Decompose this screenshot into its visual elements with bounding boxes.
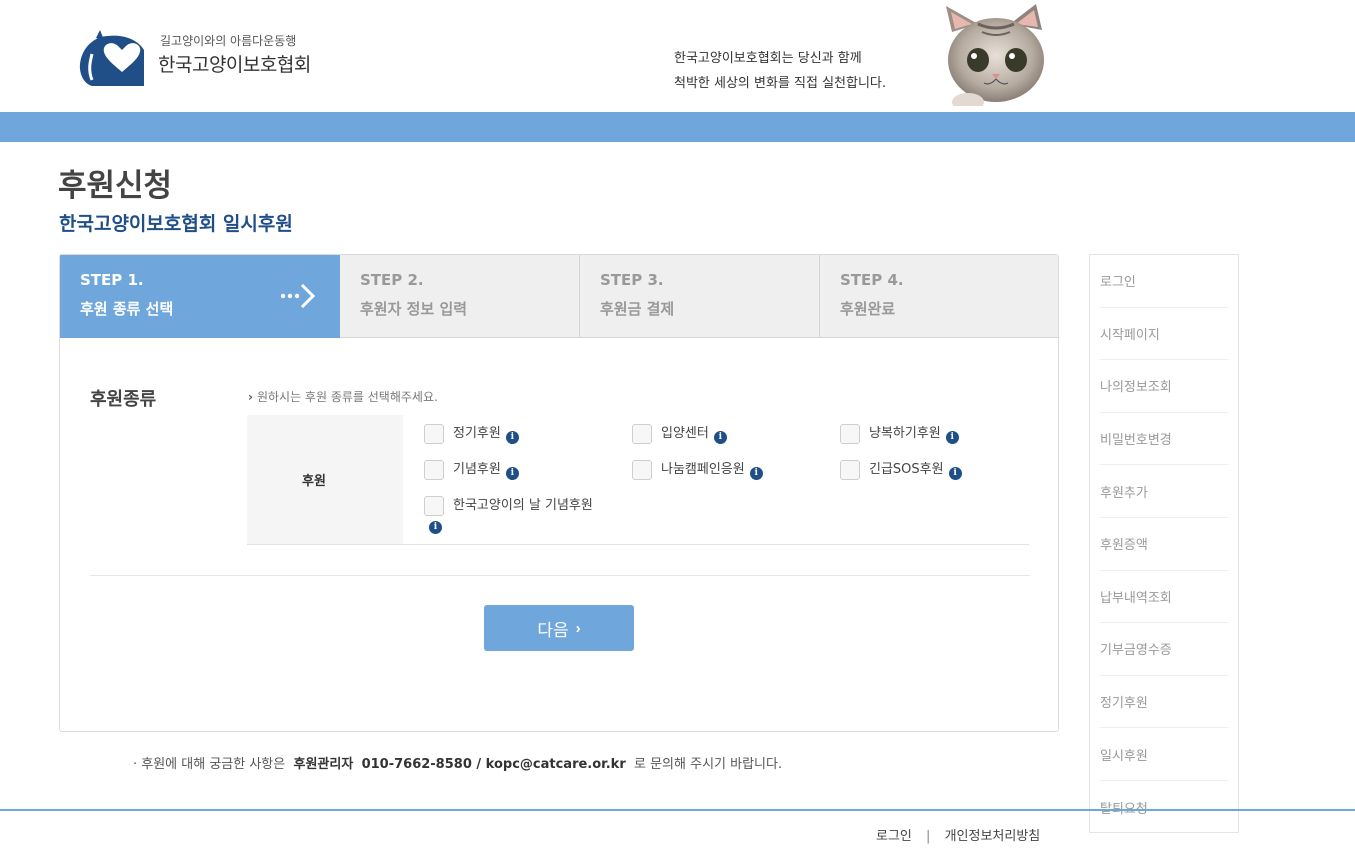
contact-info: · 후원에 대해 궁금한 사항은 후원관리자 010-7662-8580 / k… (133, 753, 782, 772)
info-icon[interactable]: i (945, 431, 959, 444)
info-icon[interactable]: i (505, 431, 519, 444)
header-slogan: 한국고양이보호협회는 당신과 함께 척박한 세상의 변화를 직접 실천합니다. (674, 46, 886, 96)
sidebar-item-login[interactable]: 로그인 (1100, 255, 1228, 308)
contact-prefix: · 후원에 대해 궁금한 사항은 (133, 757, 286, 772)
step-number: STEP 3. (600, 271, 664, 289)
info-icon[interactable]: i (713, 431, 727, 444)
option-label: 정기후원 i (453, 424, 519, 444)
contact-details: 010-7662-8580 / kopc@catcare.or.kr (361, 757, 626, 772)
option-label-text: 정기후원 (453, 426, 501, 441)
sidebar-item-payment-history[interactable]: 납부내역조회 (1100, 571, 1228, 624)
checkbox[interactable] (424, 424, 444, 444)
info-icon[interactable]: i (429, 521, 442, 534)
sidebar-item-regular-donation[interactable]: 정기후원 (1100, 676, 1228, 729)
step-4: STEP 4. 후원완료 (820, 255, 1058, 338)
step-3: STEP 3. 후원금 결제 (580, 255, 820, 338)
option-label: 입양센터 i (661, 424, 727, 444)
option-nyangbok-donation[interactable]: 냥복하기후원 i (840, 424, 959, 444)
sidebar-menu: 로그인 시작페이지 나의정보조회 비밀번호변경 후원추가 후원증액 납부내역조회… (1089, 254, 1239, 833)
step-2: STEP 2. 후원자 정보 입력 (340, 255, 580, 338)
page-title: 후원신청 (58, 168, 173, 204)
option-regular-donation[interactable]: 정기후원 i (424, 424, 519, 444)
step-label: 후원완료 (840, 300, 896, 318)
site-logo[interactable]: 길고양이와의 아름다운동행 한국고양이보호협회 (78, 26, 338, 88)
donation-form-panel: STEP 1. 후원 종류 선택 STEP 2. 후원자 정보 입력 STEP … (59, 254, 1059, 732)
checkbox[interactable] (840, 424, 860, 444)
option-label-text: 긴급SOS후원 (869, 462, 944, 477)
step-label: 후원금 결제 (600, 300, 675, 318)
footer-login-link[interactable]: 로그인 (876, 829, 912, 844)
next-button[interactable]: 다음 › (484, 605, 634, 651)
info-icon[interactable]: i (749, 467, 763, 480)
step-1: STEP 1. 후원 종류 선택 (60, 255, 340, 338)
chevron-right-icon: › (575, 619, 581, 637)
sidebar-item-donation-receipt[interactable]: 기부금영수증 (1100, 623, 1228, 676)
contact-manager: 후원관리자 (293, 757, 354, 772)
option-label: 냥복하기후원 i (869, 424, 959, 444)
step-number: STEP 2. (360, 271, 424, 289)
logo-organization-name: 한국고양이보호협회 (158, 54, 311, 76)
sidebar-item-my-info[interactable]: 나의정보조회 (1100, 360, 1228, 413)
sidebar-item-add-donation[interactable]: 후원추가 (1100, 465, 1228, 518)
chevron-right-icon: › (248, 390, 253, 404)
checkbox[interactable] (840, 460, 860, 480)
step-indicator: STEP 1. 후원 종류 선택 STEP 2. 후원자 정보 입력 STEP … (60, 255, 1058, 338)
sidebar-item-withdrawal-request[interactable]: 탈퇴요청 (1100, 781, 1228, 834)
footer-links: 로그인 | 개인정보처리방침 (876, 825, 1040, 844)
option-label-text: 기념후원 (453, 462, 501, 477)
option-label-text: 입양센터 (661, 426, 709, 441)
footer-separator: | (926, 829, 931, 844)
next-button-label: 다음 (537, 620, 569, 640)
sidebar-item-one-time-donation[interactable]: 일시후원 (1100, 728, 1228, 781)
donation-type-table: 후원 정기후원 i 입양센터 i 냥복하기후원 i 기념후원 i 나눔캠페인응원 i 긴급… (247, 415, 1029, 545)
checkbox[interactable] (424, 460, 444, 480)
option-label: 한국고양이의 날 기념후원 (453, 498, 593, 513)
checkbox[interactable] (424, 496, 444, 516)
slogan-line: 척박한 세상의 변화를 직접 실천합니다. (674, 76, 887, 91)
slogan-line: 한국고양이보호협회는 당신과 함께 (674, 51, 862, 66)
form-hint: › 원하시는 후원 종류를 선택해주세요. (248, 388, 438, 405)
option-emergency-sos[interactable]: 긴급SOS후원 i (840, 460, 962, 480)
option-label: 기념후원 i (453, 460, 519, 480)
checkbox[interactable] (632, 424, 652, 444)
option-label: 긴급SOS후원 i (869, 460, 962, 480)
option-cat-day-donation[interactable]: 한국고양이의 날 기념후원 (424, 496, 593, 516)
cat-heart-logo-icon (79, 30, 144, 86)
option-sharing-campaign[interactable]: 나눔캠페인응원 i (632, 460, 763, 480)
sidebar-item-change-password[interactable]: 비밀번호변경 (1100, 413, 1228, 466)
sidebar-item-increase-donation[interactable]: 후원증액 (1100, 518, 1228, 571)
footer-privacy-link[interactable]: 개인정보처리방침 (945, 829, 1041, 844)
option-label-text: 나눔캠페인응원 (661, 462, 745, 477)
step-label: 후원자 정보 입력 (360, 300, 468, 318)
option-adoption-center[interactable]: 입양센터 i (632, 424, 727, 444)
header-accent-bar (0, 112, 1355, 142)
sidebar-item-start-page[interactable]: 시작페이지 (1100, 308, 1228, 361)
step-number: STEP 4. (840, 271, 904, 289)
info-icon[interactable]: i (505, 467, 519, 480)
donation-type-label: 후원종류 (90, 389, 157, 410)
info-icon[interactable]: i (948, 467, 962, 480)
hint-text: 원하시는 후원 종류를 선택해주세요. (256, 390, 438, 404)
option-memorial-donation[interactable]: 기념후원 i (424, 460, 519, 480)
contact-suffix: 로 문의해 주시기 바랍니다. (634, 757, 783, 772)
option-label: 나눔캠페인응원 i (661, 460, 763, 480)
footer-divider (0, 809, 1355, 811)
table-row-header: 후원 (247, 415, 403, 544)
form-divider (90, 575, 1030, 576)
page-subtitle: 한국고양이보호협회 일시후원 (59, 213, 293, 235)
step-arrow-icon (280, 283, 316, 309)
logo-tagline: 길고양이와의 아름다운동행 (160, 34, 297, 48)
site-header: 길고양이와의 아름다운동행 한국고양이보호협회 한국고양이보호협회는 당신과 함… (0, 0, 1355, 112)
option-label-text: 냥복하기후원 (869, 426, 941, 441)
kitten-illustration-icon (938, 4, 1056, 110)
checkbox[interactable] (632, 460, 652, 480)
